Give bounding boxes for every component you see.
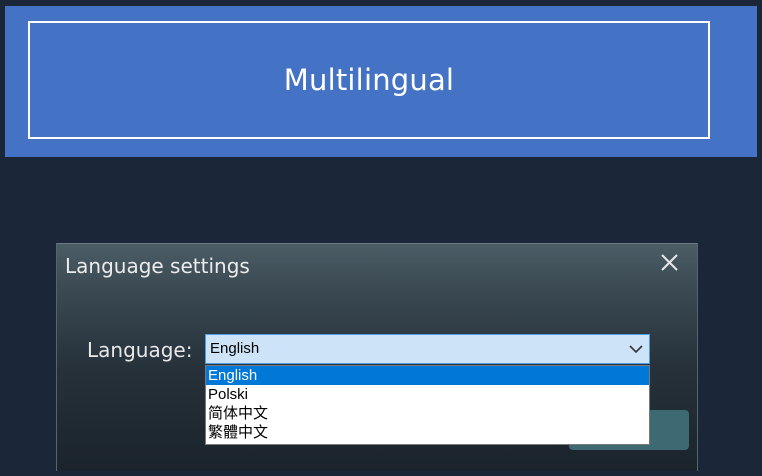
dropdown-option-english[interactable]: English (206, 366, 649, 385)
language-select[interactable]: English (205, 334, 650, 364)
close-icon (661, 254, 678, 271)
dialog-title: Language settings (65, 254, 250, 278)
dropdown-option-simplified-chinese[interactable]: 简体中文 (206, 404, 649, 423)
language-dropdown-list: English Polski 简体中文 繁體中文 (205, 365, 650, 445)
banner: Multilingual (5, 6, 757, 157)
language-label: Language: (87, 338, 193, 362)
banner-frame: Multilingual (28, 21, 710, 139)
chevron-down-icon (629, 345, 643, 354)
language-select-value: English (210, 340, 260, 357)
banner-title: Multilingual (283, 63, 455, 97)
dropdown-option-traditional-chinese[interactable]: 繁體中文 (206, 423, 649, 442)
dropdown-option-polski[interactable]: Polski (206, 385, 649, 404)
close-button[interactable] (657, 250, 683, 276)
